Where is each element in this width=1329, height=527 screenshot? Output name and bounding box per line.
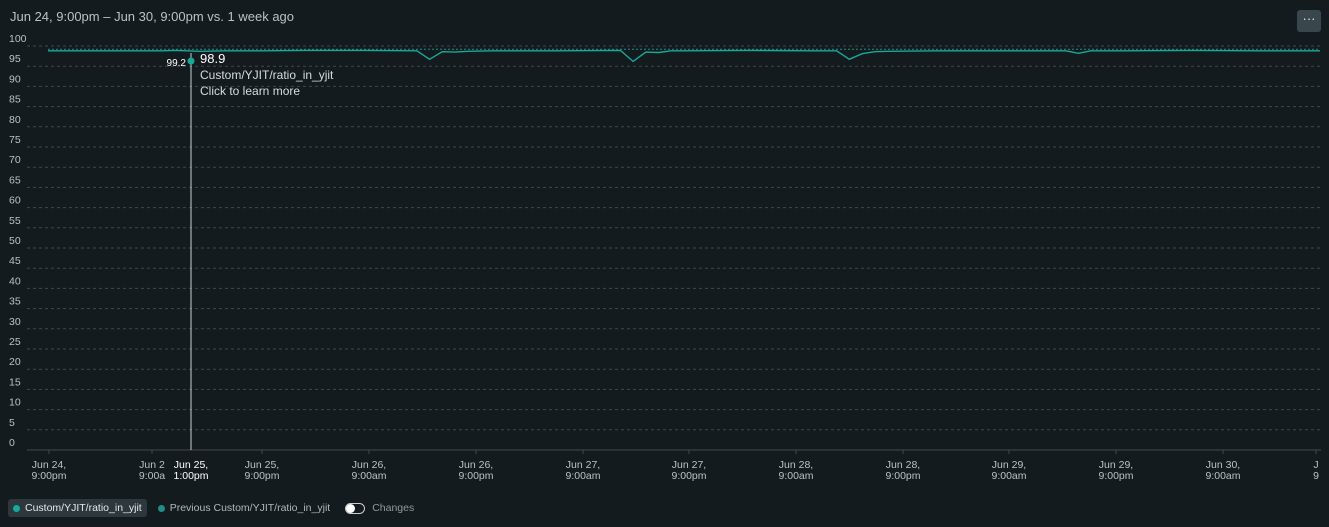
x-tick-label: 9:00pm [244, 470, 279, 482]
legend-current-dot [13, 504, 20, 512]
x-tick-label: 9 [1313, 470, 1319, 482]
y-tick-label: 35 [9, 296, 21, 308]
hover-tooltip: 99.2 98.9 Custom/YJIT/ratio_in_yjit Clic… [167, 51, 335, 482]
y-tick-label: 15 [9, 376, 21, 388]
tooltip-hint[interactable]: Click to learn more [200, 84, 300, 98]
changes-toggle-switch[interactable] [345, 502, 366, 514]
x-tick-label: 9:00pm [31, 470, 66, 482]
y-tick-label: 55 [9, 215, 21, 227]
x-tick-label: 9:00pm [458, 470, 493, 482]
y-tick-label: 10 [9, 397, 21, 409]
y-tick-label: 65 [9, 174, 21, 186]
x-axis-ticks: Jun 24,9:00pmJun 29:00aJun 25,9:00pmJun … [31, 450, 1319, 482]
hover-point-marker [187, 57, 195, 65]
changes-toggle[interactable]: Changes [345, 502, 414, 514]
x-tick-label: 9:00pm [1098, 470, 1133, 482]
x-tick-label: 9:00am [565, 470, 600, 482]
x-tick-label: 9:00a [139, 470, 165, 482]
legend-item-previous[interactable]: Previous Custom/YJIT/ratio_in_yjit [153, 499, 335, 517]
y-tick-label: 75 [9, 134, 21, 146]
x-tick-label: 9:00am [991, 470, 1026, 482]
y-tick-label: 20 [9, 356, 21, 368]
y-tick-label: 100 [9, 33, 27, 45]
x-tick-label: 9:00pm [885, 470, 920, 482]
chart-legend: Custom/YJIT/ratio_in_yjit Previous Custo… [8, 499, 414, 517]
toggle-knob [346, 503, 356, 513]
y-tick-label: 25 [9, 336, 21, 348]
changes-toggle-label: Changes [372, 502, 415, 514]
series-lines [48, 48, 1320, 63]
legend-current-label: Custom/YJIT/ratio_in_yjit [25, 502, 142, 514]
y-axis-ticks: 0 5 10 15 20 25 30 35 40 45 50 55 60 65 70 75 80 85 90 95 10… [9, 33, 27, 449]
y-tick-label: 45 [9, 255, 21, 267]
y-tick-label: 70 [9, 154, 21, 166]
tooltip-previous-value: 99.2 [167, 58, 187, 69]
grid-lines [27, 45, 1321, 451]
y-tick-label: 80 [9, 114, 21, 126]
tooltip-value: 98.9 [200, 51, 225, 66]
y-tick-label: 95 [9, 53, 21, 65]
legend-previous-label: Previous Custom/YJIT/ratio_in_yjit [169, 502, 331, 514]
x-tick-label: 9:00am [351, 470, 386, 482]
y-tick-label: 60 [9, 195, 21, 207]
x-tick-label: 9:00pm [671, 470, 706, 482]
y-tick-label: 5 [9, 417, 15, 429]
y-tick-label: 50 [9, 235, 21, 247]
legend-previous-dot [157, 504, 165, 512]
x-tick-label: 9:00am [1205, 470, 1240, 482]
y-tick-label: 30 [9, 316, 21, 328]
legend-item-current[interactable]: Custom/YJIT/ratio_in_yjit [8, 499, 147, 517]
line-chart[interactable]: 0 5 10 15 20 25 30 35 40 45 50 55 60 65 70 75 80 85 90 95 10… [0, 0, 1329, 495]
series-line-current[interactable] [48, 49, 1320, 63]
y-tick-label: 0 [9, 437, 15, 449]
y-tick-label: 85 [9, 94, 21, 106]
tooltip-series-name: Custom/YJIT/ratio_in_yjit [200, 68, 334, 82]
y-tick-label: 40 [9, 275, 21, 287]
tooltip-x-label-time: 1:00pm [173, 470, 208, 482]
y-tick-label: 90 [9, 73, 21, 85]
x-tick-label: 9:00am [778, 470, 813, 482]
